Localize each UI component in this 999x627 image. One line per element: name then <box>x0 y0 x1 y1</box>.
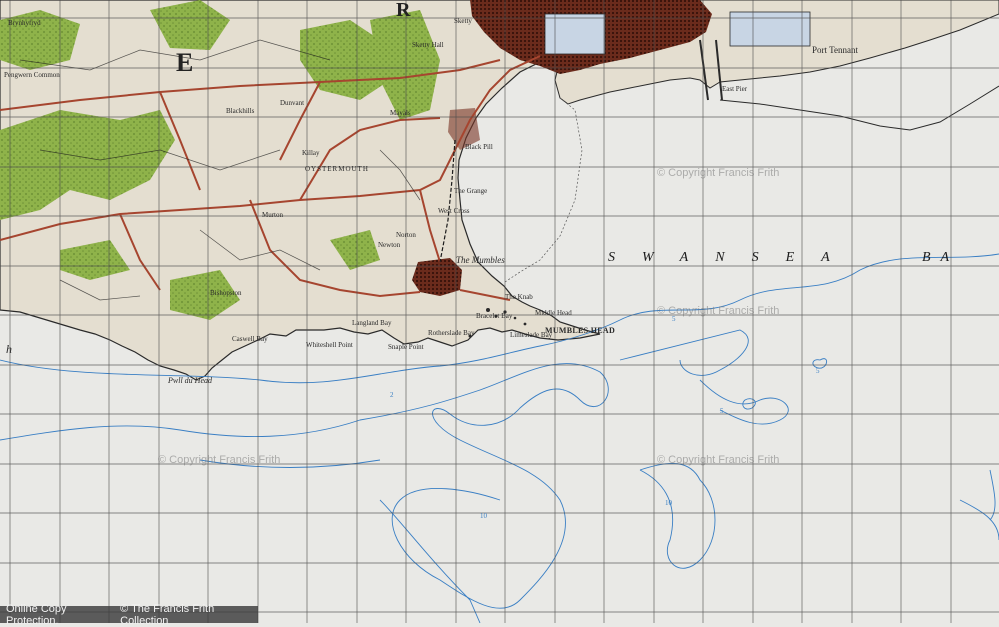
label-killay: Killay <box>302 149 320 157</box>
label-pengwern-common: Pengwern Common <box>4 71 60 79</box>
label-caswell-bay: Caswell Bay <box>232 335 268 343</box>
label-west-cross: West Cross <box>438 207 470 215</box>
label-sketty: Sketty <box>454 17 472 25</box>
label-the-grange: The Grange <box>454 187 488 195</box>
docks-basin <box>544 13 606 55</box>
contour-value: 5 <box>720 407 724 415</box>
label-grid-letter-r: R <box>396 0 411 21</box>
label-mayals: Mayals <box>390 109 411 117</box>
label-newton: Newton <box>378 241 401 249</box>
mumbles-urban <box>412 258 462 296</box>
label-limeslade-bay: Limeslade Bay <box>510 331 553 339</box>
historic-os-map: SWANSEA BA MUMBLES HEAD The Mumbles OYST… <box>0 0 999 627</box>
label-black-pill: Black Pill <box>465 143 493 151</box>
label-whiteshell-point: Whiteshell Point <box>306 341 353 349</box>
label-the-knab: The Knab <box>505 293 533 301</box>
label-bracelet-bay: Bracelet Bay <box>476 312 513 320</box>
label-murton: Murton <box>262 211 283 219</box>
label-port-tennant: Port Tennant <box>812 45 858 55</box>
copyright-footer: Online Copy Protection. © The Francis Fr… <box>0 603 258 627</box>
label-edge-h: h <box>6 342 12 356</box>
label-norton: Norton <box>396 231 416 239</box>
label-brynhyfryd: Brynhyfryd <box>8 19 41 27</box>
contour-value: 10 <box>665 499 672 507</box>
contour-value: 10 <box>480 512 487 520</box>
label-dunvant: Dunvant <box>280 99 305 107</box>
docks-basin-2 <box>729 11 811 47</box>
watermark: © Copyright Francis Frith <box>657 454 780 466</box>
contour-value: 5 <box>816 367 820 375</box>
watermark: © Copyright Francis Frith <box>657 305 780 317</box>
contour-value: 2 <box>390 391 394 399</box>
label-bishopston: Bishopston <box>210 289 242 297</box>
label-mumbles-head: MUMBLES HEAD <box>545 326 616 335</box>
label-blackhills: Blackhills <box>226 107 255 115</box>
contour-value: 5 <box>672 315 676 323</box>
label-rotherslade-bay: Rotherslade Bay <box>428 329 475 337</box>
label-swansea-bay: SWANSEA <box>608 250 857 265</box>
watermark: © Copyright Francis Frith <box>657 167 780 179</box>
label-bay-end: BA <box>922 250 960 265</box>
watermark: © Copyright Francis Frith <box>158 454 281 466</box>
label-east-pier: East Pier <box>722 85 748 93</box>
label-snaple-point: Snaple Point <box>388 343 424 351</box>
label-grid-letter-e: E <box>176 48 194 77</box>
label-pwll-du-head: Pwll du Head <box>168 376 212 385</box>
label-langland-bay: Langland Bay <box>352 319 392 327</box>
label-the-mumbles: The Mumbles <box>456 255 505 265</box>
label-oystermouth: OYSTERMOUTH <box>305 165 369 173</box>
label-sketty-hall: Sketty Hall <box>412 41 444 49</box>
label-middle-head: Middle Head <box>535 309 572 317</box>
